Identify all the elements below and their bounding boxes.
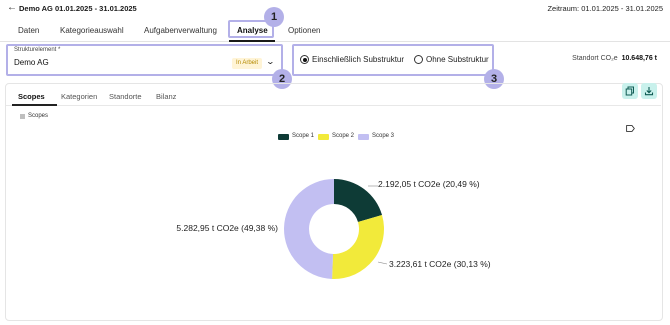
donut-slice-scope-1[interactable] [334,179,383,223]
donut-slice-scope-2[interactable] [332,215,384,279]
leader-line-2 [377,261,388,265]
data-label-scope-3: 5.282,95 t CO2e (49,38 %) [176,223,278,233]
scopes-donut-chart: 2.192,05 t CO2e (20,49 %) 3.223,61 t CO2e… [176,179,491,279]
data-label-scope-1: 2.192,05 t CO2e (20,49 %) [378,179,480,189]
donut-slice-scope-3[interactable] [283,179,334,279]
data-label-scope-2: 3.223,61 t CO2e (30,13 %) [389,259,491,269]
